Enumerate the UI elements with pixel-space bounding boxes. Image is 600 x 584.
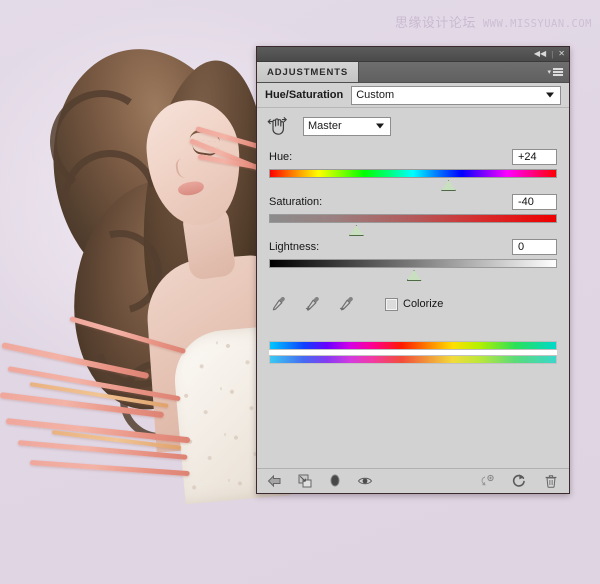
toggle-mask-icon[interactable]: [327, 473, 343, 489]
preset-row: Hue/Saturation Custom: [257, 83, 569, 108]
slider-lightness-track-wrap[interactable]: [269, 259, 557, 281]
slider-saturation-head: Saturation: -40: [269, 193, 557, 211]
preset-dropdown[interactable]: Custom: [351, 85, 561, 105]
footer-left-group: [267, 473, 373, 489]
eyedropper-add-icon[interactable]: [303, 295, 321, 313]
slider-hue-track-wrap[interactable]: [269, 169, 557, 191]
delete-icon[interactable]: [543, 473, 559, 489]
panel-tabstrip: ADJUSTMENTS ▾: [257, 62, 569, 83]
slider-hue-handle[interactable]: [441, 180, 457, 191]
channel-dropdown[interactable]: Master: [303, 116, 391, 136]
chevron-down-icon: ▾: [547, 69, 551, 76]
slider-hue: Hue: +24: [257, 148, 569, 191]
watermark-url: WWW.MISSYUAN.COM: [482, 18, 592, 30]
slider-lightness-track[interactable]: [269, 259, 557, 268]
slider-saturation-label: Saturation:: [269, 196, 323, 208]
colorize-checkbox[interactable]: [385, 297, 398, 311]
collapse-to-icons-button[interactable]: ◀◀: [534, 50, 546, 58]
tabstrip-filler: [359, 62, 547, 82]
adjustment-title: Hue/Saturation: [265, 89, 344, 101]
hue-spectrum-area: [269, 341, 557, 364]
footer-right-group: [479, 473, 559, 489]
slider-hue-label: Hue:: [269, 151, 293, 163]
colorize-label: Colorize: [403, 298, 444, 310]
hamburger-icon: [553, 67, 563, 78]
model-portrait-image: [0, 30, 292, 505]
preview-toggle-icon[interactable]: [479, 473, 495, 489]
chevron-down-icon: [376, 123, 384, 129]
watermark: 思缘设计论坛 WWW.MISSYUAN.COM: [395, 12, 592, 31]
channel-row: Master: [257, 108, 569, 144]
slider-lightness: Lightness: 0: [257, 238, 569, 281]
return-to-adjustment-list-icon[interactable]: [267, 473, 283, 489]
slider-saturation-track-wrap[interactable]: [269, 214, 557, 236]
targeted-adjustment-hand-icon[interactable]: [267, 115, 289, 137]
slider-hue-track[interactable]: [269, 169, 557, 178]
clip-to-layer-icon[interactable]: [297, 473, 313, 489]
slider-lightness-head: Lightness: 0: [269, 238, 557, 256]
hue-spectrum-bar-result[interactable]: [269, 355, 557, 364]
slider-lightness-handle[interactable]: [406, 270, 422, 281]
slider-saturation: Saturation: -40: [257, 193, 569, 236]
slider-saturation-value[interactable]: -40: [512, 194, 557, 210]
slider-lightness-value[interactable]: 0: [512, 239, 557, 255]
chevron-down-icon: [546, 92, 554, 98]
watermark-chinese: 思缘设计论坛: [394, 16, 476, 31]
close-icon[interactable]: ✕: [558, 50, 565, 58]
colorize-control[interactable]: Colorize: [385, 297, 444, 311]
reset-icon[interactable]: [511, 473, 527, 489]
panel-titlebar: ◀◀ | ✕: [257, 47, 569, 62]
titlebar-separator: |: [551, 49, 554, 59]
eyedropper-icon[interactable]: [269, 295, 287, 313]
hue-spectrum-bar-source: [269, 341, 557, 350]
slider-hue-head: Hue: +24: [269, 148, 557, 166]
panel-footer: [257, 468, 569, 493]
preset-dropdown-value: Custom: [356, 89, 395, 101]
slider-lightness-label: Lightness:: [269, 241, 320, 253]
slider-hue-value[interactable]: +24: [512, 149, 557, 165]
panel-menu-icon[interactable]: ▾: [547, 62, 569, 82]
adjustments-panel: ◀◀ | ✕ ADJUSTMENTS ▾ Hue/Saturation Cust…: [256, 46, 570, 494]
slider-saturation-track[interactable]: [269, 214, 557, 223]
toggle-visibility-icon[interactable]: [357, 473, 373, 489]
pink-strand: [29, 460, 190, 477]
tab-adjustments[interactable]: ADJUSTMENTS: [257, 62, 360, 82]
channel-dropdown-value: Master: [308, 120, 342, 132]
slider-saturation-handle[interactable]: [348, 225, 364, 236]
eyedropper-subtract-icon[interactable]: [337, 295, 355, 313]
tools-row: Colorize: [257, 291, 569, 317]
tab-adjustments-label: ADJUSTMENTS: [267, 66, 349, 78]
